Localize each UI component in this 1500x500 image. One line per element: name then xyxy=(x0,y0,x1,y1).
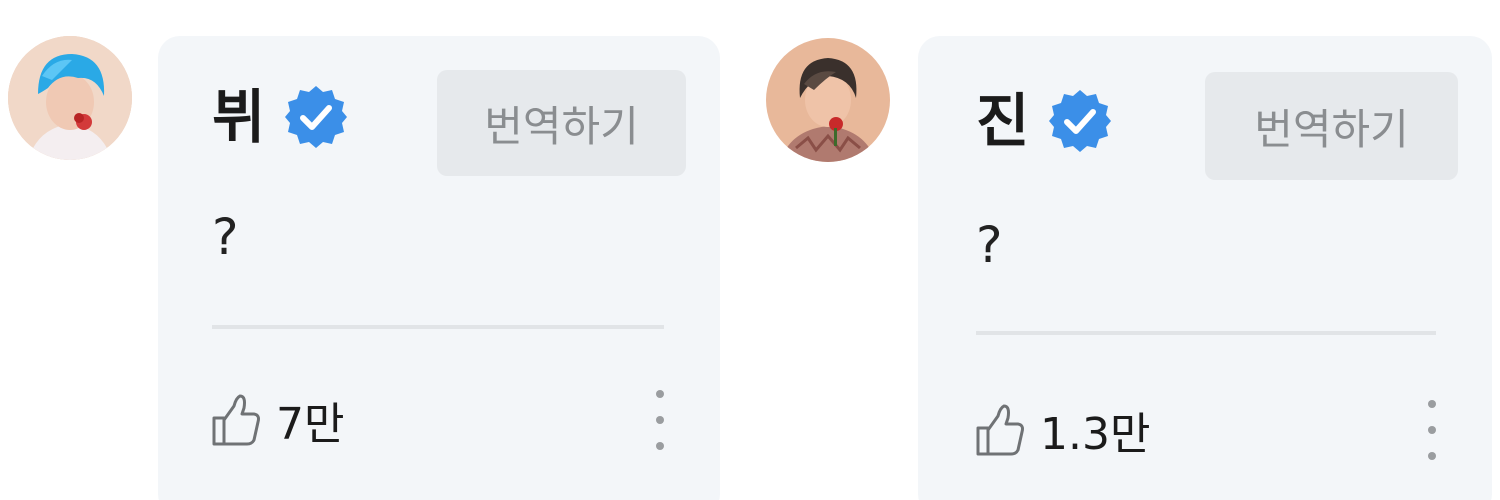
more-options-button[interactable] xyxy=(645,390,675,450)
author-name[interactable]: 진 xyxy=(976,92,1029,150)
like-count: 1.3만 xyxy=(1040,409,1151,460)
comment-feed: 뷔 번역하기 ? 7만 진 번역하기 ? 1.3만 xyxy=(0,0,1500,500)
comment-item: 진 번역하기 ? 1.3만 xyxy=(760,0,1500,500)
comment-text: ? xyxy=(212,208,239,266)
verified-badge-icon xyxy=(1047,88,1113,154)
avatar[interactable] xyxy=(766,38,890,162)
divider xyxy=(976,331,1436,335)
author-name[interactable]: 뷔 xyxy=(212,88,265,146)
comment-item: 뷔 번역하기 ? 7만 xyxy=(0,0,740,500)
verified-badge-icon xyxy=(283,84,349,150)
like-button[interactable]: 1.3만 xyxy=(974,400,1150,460)
author-row: 진 xyxy=(976,86,1113,156)
comment-bubble: 뷔 번역하기 ? 7만 xyxy=(158,36,720,500)
avatar-image xyxy=(766,38,890,162)
translate-button[interactable]: 번역하기 xyxy=(1205,72,1458,180)
thumbs-up-icon xyxy=(974,402,1026,458)
like-count: 7만 xyxy=(276,399,345,450)
translate-button[interactable]: 번역하기 xyxy=(437,70,686,176)
avatar[interactable] xyxy=(8,36,132,160)
thumbs-up-icon xyxy=(210,392,262,448)
kebab-menu-icon xyxy=(656,390,664,398)
author-row: 뷔 xyxy=(212,82,349,152)
divider xyxy=(212,325,664,329)
comment-bubble: 진 번역하기 ? 1.3만 xyxy=(918,36,1492,500)
comment-text: ? xyxy=(976,216,1003,274)
like-button[interactable]: 7만 xyxy=(210,390,344,450)
kebab-menu-icon xyxy=(1428,400,1436,408)
more-options-button[interactable] xyxy=(1417,400,1447,460)
avatar-image xyxy=(8,36,132,160)
